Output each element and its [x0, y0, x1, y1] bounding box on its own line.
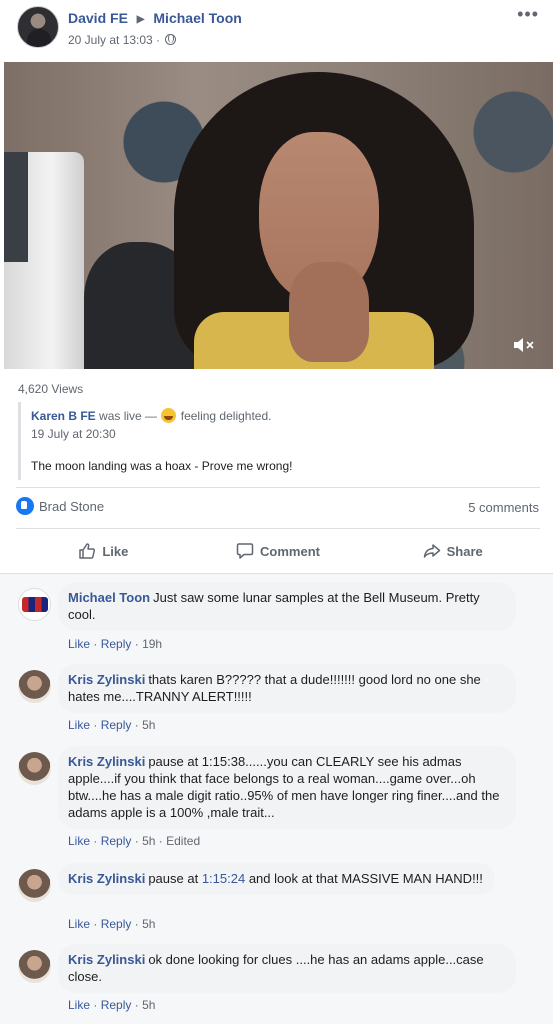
shared-header: Karen B FE was live — feeling delighted. — [31, 408, 538, 423]
comment-reply-link[interactable]: Reply — [101, 917, 132, 931]
video-player[interactable] — [4, 62, 553, 369]
post-authors: David FE ▶ Michael Toon — [68, 10, 242, 26]
comment-reply-link[interactable]: Reply — [101, 834, 132, 848]
avatar[interactable] — [17, 6, 59, 48]
action-bar: Like Comment Share — [16, 535, 540, 567]
comment-like-link[interactable]: Like — [68, 718, 90, 732]
comment-time-link[interactable]: 5h — [142, 998, 155, 1012]
comment-bubble: Michael Toon Just saw some lunar samples … — [58, 582, 516, 631]
like-button[interactable]: Like — [16, 535, 191, 567]
share-button[interactable]: Share — [365, 535, 540, 567]
like-reaction-icon — [16, 497, 34, 515]
share-icon — [423, 544, 440, 558]
live-text: was live — — [99, 409, 158, 423]
edited-label[interactable]: Edited — [166, 834, 200, 848]
comment-actions: Like · Reply · 5h — [68, 998, 156, 1012]
comment-bubble: Kris Zylinski thats karen B????? that a d… — [58, 664, 516, 713]
comment-reply-link[interactable]: Reply — [101, 998, 132, 1012]
globe-icon — [165, 34, 177, 45]
avatar[interactable] — [18, 869, 51, 902]
comment-actions: Like · Reply · 5h — [68, 917, 156, 931]
video-lamp — [4, 152, 84, 369]
comment-author-link[interactable]: Kris Zylinski — [68, 754, 145, 769]
shared-text: The moon landing was a hoax - Prove me w… — [31, 459, 293, 473]
delighted-emoji-icon — [161, 408, 177, 423]
comment-like-link[interactable]: Like — [68, 917, 90, 931]
comment-button[interactable]: Comment — [191, 535, 366, 567]
more-options-icon[interactable]: ••• — [517, 4, 539, 25]
comment-time-link[interactable]: 5h — [142, 718, 155, 732]
post-date-link[interactable]: 20 July at 13:03 · — [68, 33, 160, 47]
view-count: 4,620 Views — [18, 382, 84, 396]
divider — [16, 487, 540, 488]
mute-icon[interactable] — [513, 337, 535, 353]
shared-post[interactable]: Karen B FE was live — feeling delighted.… — [18, 402, 538, 480]
comment-time-link[interactable]: 19h — [142, 637, 162, 651]
avatar[interactable] — [18, 752, 51, 785]
avatar[interactable] — [18, 950, 51, 983]
post-header: David FE ▶ Michael Toon 20 July at 13:03… — [0, 0, 553, 62]
comment-text: pause at — [148, 871, 199, 886]
comment-reply-link[interactable]: Reply — [101, 637, 132, 651]
post-meta: 20 July at 13:03 · — [68, 33, 177, 47]
comment-author-link[interactable]: Kris Zylinski — [68, 952, 145, 967]
comment-bubble: Kris Zylinski pause at 1:15:24 and look a… — [58, 863, 495, 895]
video-timestamp-link[interactable]: 1:15:24 — [202, 871, 245, 886]
comment-time-link[interactable]: 5h — [142, 917, 155, 931]
comment-author-link[interactable]: Michael Toon — [68, 590, 150, 605]
comment-icon — [236, 543, 254, 559]
comment-author-link[interactable]: Kris Zylinski — [68, 672, 145, 687]
comments-list: Michael Toon Just saw some lunar samples … — [0, 574, 553, 1024]
avatar[interactable] — [18, 588, 51, 621]
comment-actions: Like · Reply · 19h — [68, 637, 163, 651]
avatar[interactable] — [18, 670, 51, 703]
shared-time-link[interactable]: 19 July at 20:30 — [31, 427, 538, 441]
reactions-summary[interactable]: Brad Stone — [16, 497, 104, 515]
divider — [16, 528, 540, 529]
comment-like-link[interactable]: Like — [68, 637, 90, 651]
comment-actions: Like · Reply · 5h — [68, 718, 156, 732]
comment-bubble: Kris Zylinski pause at 1:15:38......you c… — [58, 746, 516, 829]
reactor-names: Brad Stone — [39, 499, 105, 514]
comment-author-link[interactable]: Kris Zylinski — [68, 871, 145, 886]
comment-count-link[interactable]: 5 comments — [468, 500, 539, 515]
comment-label: Comment — [260, 543, 320, 559]
comment-bubble: Kris Zylinski ok done looking for clues .… — [58, 944, 516, 993]
comment-like-link[interactable]: Like — [68, 998, 90, 1012]
comment-reply-link[interactable]: Reply — [101, 718, 132, 732]
author-name-link[interactable]: David FE — [68, 10, 128, 26]
shared-author-link[interactable]: Karen B FE — [31, 409, 96, 423]
thumbs-up-icon — [79, 543, 96, 559]
comment-like-link[interactable]: Like — [68, 834, 90, 848]
comment-text: and look at that MASSIVE MAN HAND!!! — [248, 871, 483, 886]
feeling-text: feeling delighted. — [180, 409, 272, 423]
comment-actions: Like · Reply · 5h · Edited — [68, 834, 201, 848]
target-name-link[interactable]: Michael Toon — [153, 10, 241, 26]
comment-time-link[interactable]: 5h — [142, 834, 155, 848]
share-label: Share — [446, 543, 483, 559]
arrow-icon: ▶ — [136, 14, 145, 25]
like-label: Like — [102, 543, 129, 559]
video-person — [174, 72, 474, 369]
